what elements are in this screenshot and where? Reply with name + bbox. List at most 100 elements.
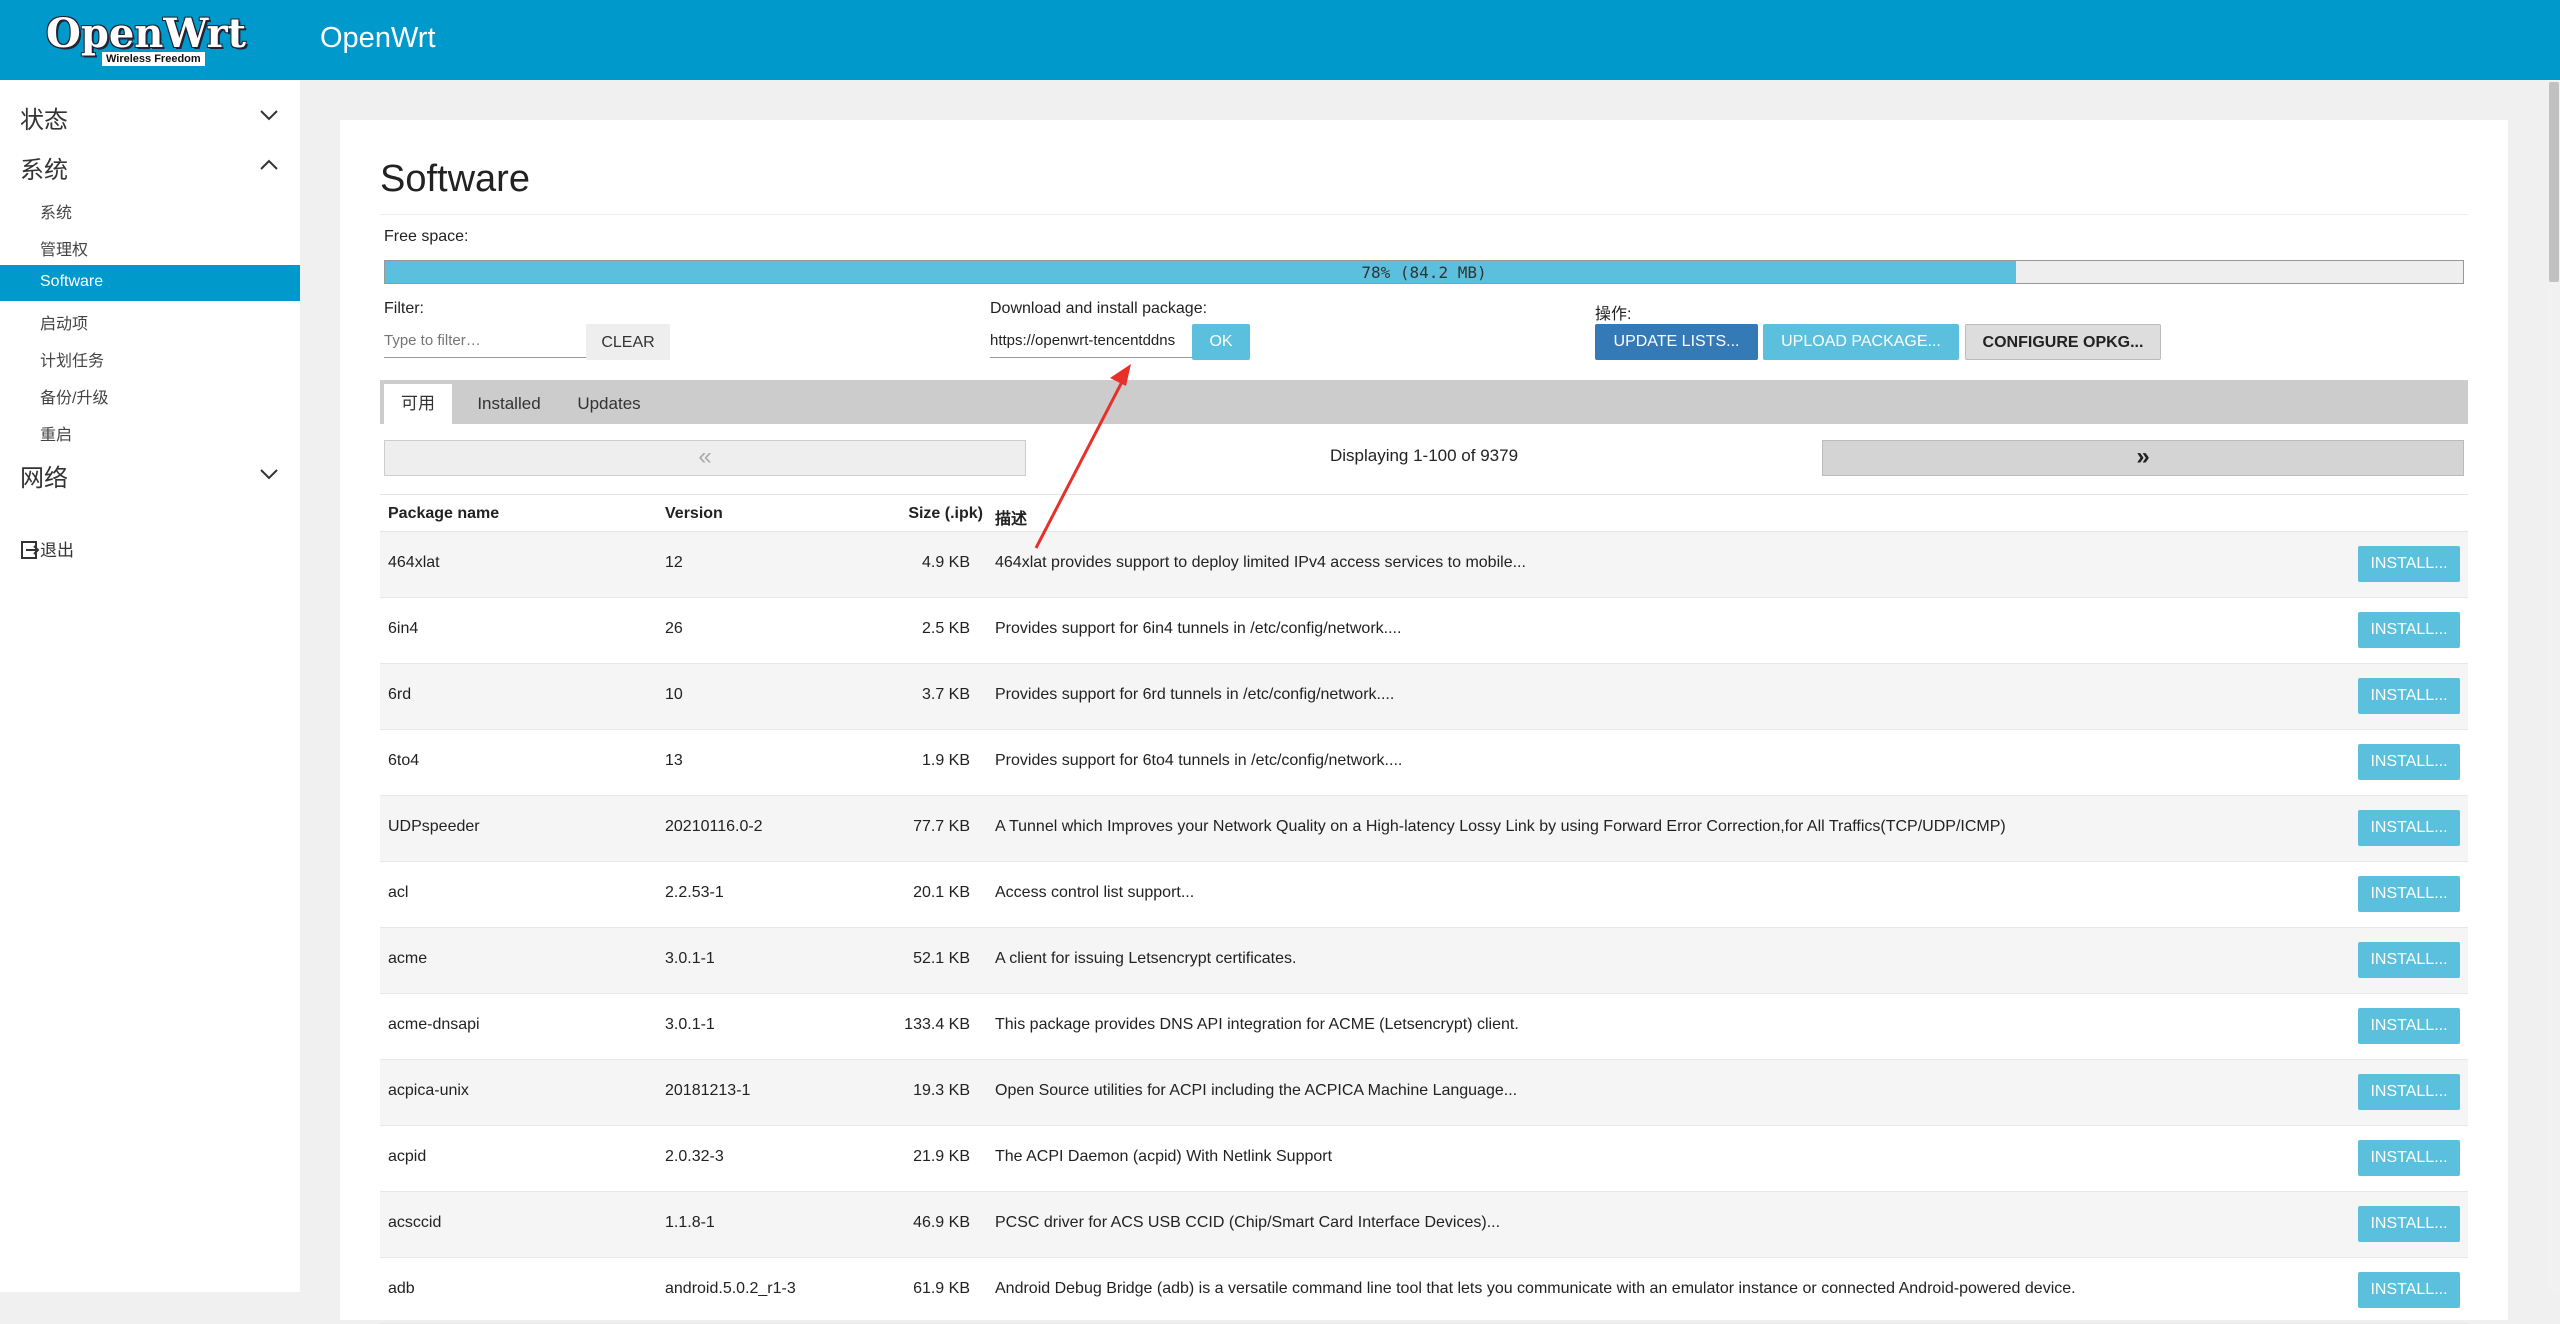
logo-subtext: Wireless Freedom xyxy=(102,52,205,66)
package-description: The ACPI Daemon (acpid) With Netlink Sup… xyxy=(995,1148,1333,1165)
sidebar-item-system[interactable]: 系统 xyxy=(0,191,300,227)
package-name: acpid xyxy=(388,1148,427,1165)
filter-label: Filter: xyxy=(384,300,424,317)
col-size: Size (.ipk) xyxy=(908,505,983,522)
table-row: adb android.5.0.2_r1-3 61.9 KB Android Debu… xyxy=(380,1258,2468,1324)
filter-input[interactable] xyxy=(384,324,586,358)
install-button[interactable]: INSTALL... xyxy=(2358,1074,2460,1110)
sidebar-item-admin[interactable]: 管理权 xyxy=(0,228,300,264)
install-button[interactable]: INSTALL... xyxy=(2358,546,2460,582)
sidebar-item-label: 系统 xyxy=(40,205,73,222)
pager-prev-button[interactable]: « xyxy=(384,440,1026,476)
sidebar-item-backup-upgrade[interactable]: 备份/升级 xyxy=(0,376,300,412)
logout-icon xyxy=(21,541,40,559)
package-name: acl xyxy=(388,884,409,901)
install-button[interactable]: INSTALL... xyxy=(2358,744,2460,780)
install-button[interactable]: INSTALL... xyxy=(2358,1272,2460,1308)
package-table: Package name Version Size (.ipk) 描述 464x… xyxy=(380,494,2468,1324)
package-size: 19.3 KB xyxy=(913,1082,970,1099)
table-header: Package name Version Size (.ipk) 描述 xyxy=(380,494,2468,532)
package-name: adb xyxy=(388,1280,415,1297)
package-description: Provides support for 6rd tunnels in /etc… xyxy=(995,686,1395,703)
sidebar-item-software[interactable]: Software xyxy=(0,265,300,301)
install-button[interactable]: INSTALL... xyxy=(2358,942,2460,978)
top-header: OpenWrt Wireless Freedom OpenWrt xyxy=(0,0,2560,80)
install-button[interactable]: INSTALL... xyxy=(2358,1140,2460,1176)
download-url-input[interactable] xyxy=(990,324,1192,358)
sidebar-item-label: Software xyxy=(40,273,104,290)
install-button[interactable]: INSTALL... xyxy=(2358,876,2460,912)
table-row: acsccid 1.1.8-1 46.9 KB PCSC driver for ACS… xyxy=(380,1192,2468,1258)
sidebar-item-scheduled-tasks[interactable]: 计划任务 xyxy=(0,339,300,375)
package-version: 2.0.32-3 xyxy=(665,1148,724,1165)
package-version: 1.1.8-1 xyxy=(665,1214,715,1231)
nav-group-network[interactable]: 网络 xyxy=(20,458,68,493)
table-row: acme 3.0.1-1 52.1 KB A client for issuing L… xyxy=(380,928,2468,994)
header-title[interactable]: OpenWrt xyxy=(320,22,436,55)
package-name: 6to4 xyxy=(388,752,420,769)
configure-opkg-button[interactable]: CONFIGURE OPKG... xyxy=(1965,324,2161,360)
package-version: 26 xyxy=(665,620,683,637)
sidebar-item-label: 计划任务 xyxy=(40,353,105,370)
tab-installed[interactable]: Installed xyxy=(464,384,554,424)
package-name: UDPspeeder xyxy=(388,818,480,835)
install-button[interactable]: INSTALL... xyxy=(2358,1206,2460,1242)
tab-bar: 可用 Installed Updates xyxy=(380,380,2468,424)
package-description: 464xlat provides support to deploy limit… xyxy=(995,554,1526,571)
actions-label: 操作: xyxy=(1595,306,1632,323)
sidebar-item-label: 启动项 xyxy=(40,316,89,333)
sidebar-item-reboot[interactable]: 重启 xyxy=(0,413,300,449)
sidebar-item-startup[interactable]: 启动项 xyxy=(0,302,300,338)
nav-group-system[interactable]: 系统 xyxy=(20,150,68,185)
chevron-down-icon[interactable] xyxy=(258,104,280,126)
package-name: 464xlat xyxy=(388,554,440,571)
table-row: UDPspeeder 20210116.0-2 77.7 KB A Tunnel wh… xyxy=(380,796,2468,862)
tab-available[interactable]: 可用 xyxy=(384,384,452,424)
sidebar-item-label: 重启 xyxy=(40,427,73,444)
table-row: 6rd 10 3.7 KB Provides support for 6rd tunn… xyxy=(380,664,2468,730)
sidebar: 状态 系统 系统 管理权 Software 启动项 计划任务 备份/升级 重启 … xyxy=(0,80,300,1292)
install-button[interactable]: INSTALL... xyxy=(2358,612,2460,648)
package-size: 1.9 KB xyxy=(921,752,970,769)
table-row: acpica-unix 20181213-1 19.3 KB Open Source … xyxy=(380,1060,2468,1126)
chevron-down-icon[interactable] xyxy=(258,463,280,485)
col-version: Version xyxy=(665,505,723,522)
package-version: 13 xyxy=(665,752,683,769)
package-description: Android Debug Bridge (adb) is a versatil… xyxy=(995,1280,2076,1297)
table-row: 6in4 26 2.5 KB Provides support for 6in4 tu… xyxy=(380,598,2468,664)
title-divider xyxy=(380,214,2468,215)
package-size: 61.9 KB xyxy=(913,1280,970,1297)
package-description: Provides support for 6to4 tunnels in /et… xyxy=(995,752,1403,769)
table-body: 464xlat 12 4.9 KB 464xlat provides support … xyxy=(380,532,2468,1324)
package-version: 3.0.1-1 xyxy=(665,1016,715,1033)
package-description: Access control list support... xyxy=(995,884,1195,901)
install-button[interactable]: INSTALL... xyxy=(2358,810,2460,846)
logout-link[interactable]: 退出 xyxy=(20,536,74,561)
install-button[interactable]: INSTALL... xyxy=(2358,1008,2460,1044)
tab-updates[interactable]: Updates xyxy=(564,384,654,424)
free-space-label: Free space: xyxy=(384,228,469,245)
table-row: 6to4 13 1.9 KB Provides support for 6to4 tu… xyxy=(380,730,2468,796)
package-version: 20181213-1 xyxy=(665,1082,751,1099)
chevron-up-icon[interactable] xyxy=(258,154,280,176)
package-description: This package provides DNS API integratio… xyxy=(995,1016,1519,1033)
install-button[interactable]: INSTALL... xyxy=(2358,678,2460,714)
package-name: acpica-unix xyxy=(388,1082,469,1099)
nav-group-status[interactable]: 状态 xyxy=(20,100,68,135)
table-row: acl 2.2.53-1 20.1 KB Access control list su… xyxy=(380,862,2468,928)
table-row: acme-dnsapi 3.0.1-1 133.4 KB This package p… xyxy=(380,994,2468,1060)
package-version: 12 xyxy=(665,554,683,571)
package-name: acme-dnsapi xyxy=(388,1016,480,1033)
pager-next-button[interactable]: » xyxy=(1822,440,2464,476)
clear-button[interactable]: CLEAR xyxy=(586,324,670,360)
download-label: Download and install package: xyxy=(990,300,1208,317)
update-lists-button[interactable]: UPDATE LISTS... xyxy=(1595,324,1758,360)
main-card: Software Free space: 78% (84.2 MB) Filte… xyxy=(340,120,2508,1324)
package-version: android.5.0.2_r1-3 xyxy=(665,1280,796,1297)
scrollbar-thumb[interactable] xyxy=(2549,82,2559,282)
openwrt-logo[interactable]: OpenWrt Wireless Freedom xyxy=(46,10,256,68)
package-version: 3.0.1-1 xyxy=(665,950,715,967)
upload-package-button[interactable]: UPLOAD PACKAGE... xyxy=(1763,324,1959,360)
ok-button[interactable]: OK xyxy=(1192,324,1250,360)
package-description: Provides support for 6in4 tunnels in /et… xyxy=(995,620,1402,637)
